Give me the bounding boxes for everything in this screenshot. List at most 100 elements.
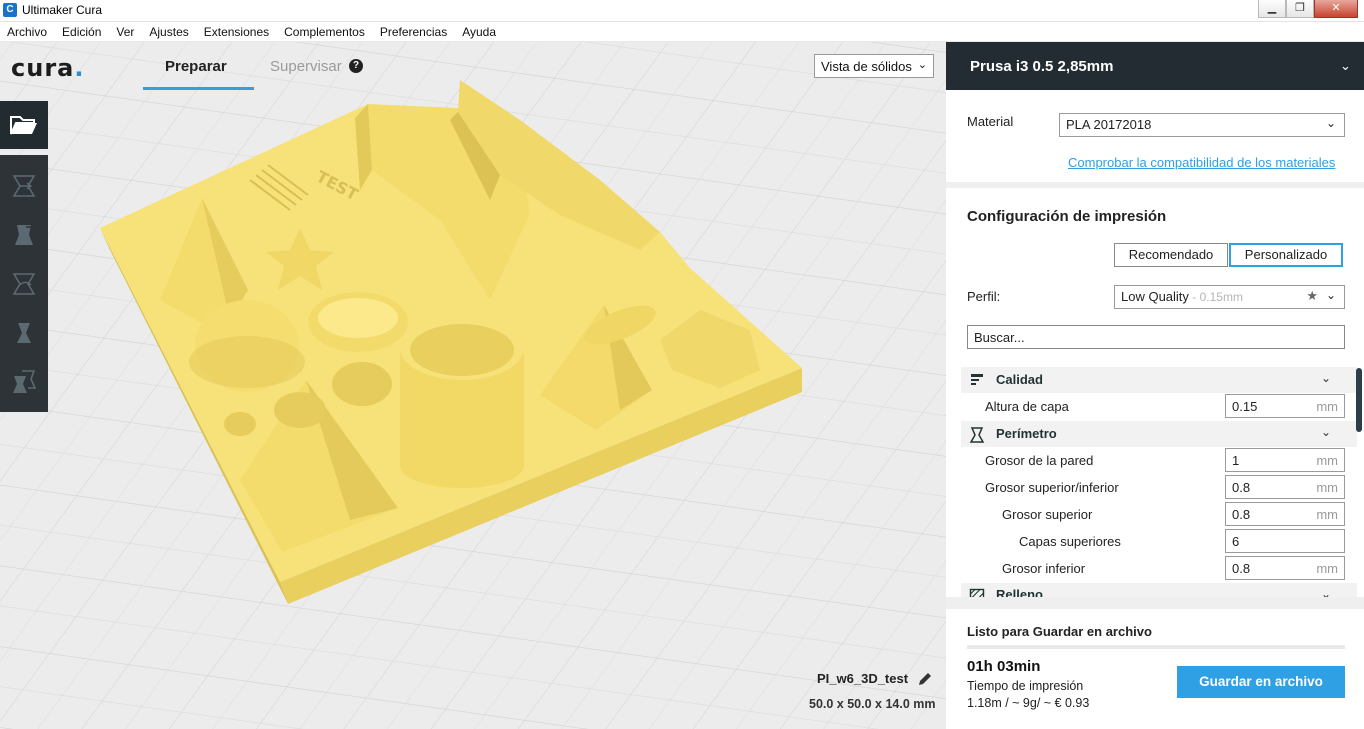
scale-icon xyxy=(15,224,33,245)
move-tool-button[interactable] xyxy=(0,161,48,210)
top-bottom-thickness-input[interactable]: 0.8 mm xyxy=(1225,475,1345,499)
transform-tools xyxy=(0,155,48,412)
menu-edit[interactable]: Edición xyxy=(62,22,108,41)
recommended-mode-button[interactable]: Recomendado xyxy=(1114,243,1228,267)
wall-thickness-label: Grosor de la pared xyxy=(985,453,1094,468)
mirror-tool-button[interactable] xyxy=(0,308,48,357)
print-time: 01h 03min xyxy=(967,658,1041,675)
quality-icon xyxy=(971,374,983,385)
profile-select[interactable]: Low Quality - 0.15mm ★ ⌄ xyxy=(1114,285,1345,309)
chevron-down-icon: ⌄ xyxy=(917,59,927,71)
mirror-icon xyxy=(17,322,31,343)
view-mode-select[interactable]: Vista de sólidos ⌄ xyxy=(814,54,934,78)
top-layers-value: 6 xyxy=(1232,534,1240,549)
star-icon[interactable]: ★ xyxy=(1306,288,1318,304)
ready-status: Listo para Guardar en archivo xyxy=(967,624,1152,639)
settings-scrollbar[interactable] xyxy=(1356,368,1362,432)
tab-prepare[interactable]: Preparar xyxy=(165,58,227,75)
menu-bar: Archivo Edición Ver Ajustes Extensiones … xyxy=(0,22,1364,42)
rotate-icon xyxy=(12,272,36,295)
material-value: PLA 20172018 xyxy=(1066,117,1152,132)
category-shell-label: Perímetro xyxy=(996,426,1057,441)
profile-layer-height: - 0.15mm xyxy=(1188,290,1243,304)
chevron-down-icon[interactable]: ⌄ xyxy=(1340,58,1351,74)
scene-canvas[interactable]: TEST xyxy=(0,42,946,729)
top-thickness-unit: mm xyxy=(1316,507,1338,522)
open-file-button[interactable] xyxy=(0,101,48,149)
logo-dot: . xyxy=(74,54,85,82)
active-tab-indicator xyxy=(143,87,254,90)
pencil-icon[interactable] xyxy=(917,671,933,690)
chevron-down-icon: ⌄ xyxy=(1320,371,1331,385)
cura-app-icon: C xyxy=(3,3,17,17)
settings-search-input[interactable]: Buscar... xyxy=(967,325,1345,349)
category-quality[interactable]: Calidad ⌄ xyxy=(961,367,1357,393)
bottom-thickness-input[interactable]: 0.8 mm xyxy=(1225,556,1345,580)
scale-tool-button[interactable] xyxy=(0,210,48,259)
layer-height-value: 0.15 xyxy=(1232,399,1258,414)
menu-settings[interactable]: Ajustes xyxy=(149,22,195,41)
top-layers-input[interactable]: 6 xyxy=(1225,529,1345,553)
tab-monitor[interactable]: Supervisar xyxy=(270,58,342,75)
cura-logo: cura. xyxy=(11,54,84,82)
layer-height-label: Altura de capa xyxy=(985,399,1069,414)
left-toolbar xyxy=(0,101,48,412)
window-titlebar: C Ultimaker Cura ▁ ❐ ✕ xyxy=(0,0,1364,22)
menu-file[interactable]: Archivo xyxy=(7,22,54,41)
wall-thickness-input[interactable]: 1 mm xyxy=(1225,448,1345,472)
top-bottom-thickness-value: 0.8 xyxy=(1232,480,1251,495)
custom-mode-button[interactable]: Personalizado xyxy=(1229,243,1343,267)
layer-height-unit: mm xyxy=(1316,399,1338,414)
bottom-thickness-unit: mm xyxy=(1316,561,1338,576)
print-material-stats: 1.18m / ~ 9g/ ~ € 0.93 xyxy=(967,696,1090,710)
wall-thickness-unit: mm xyxy=(1316,453,1338,468)
wall-thickness-value: 1 xyxy=(1232,453,1240,468)
close-button[interactable]: ✕ xyxy=(1314,0,1358,18)
model-dimensions: 50.0 x 50.0 x 14.0 mm xyxy=(809,697,936,711)
material-select[interactable]: PLA 20172018 ⌄ xyxy=(1059,113,1345,137)
panel-divider xyxy=(946,182,1364,188)
menu-plugins[interactable]: Complementos xyxy=(284,22,372,41)
top-bottom-thickness-unit: mm xyxy=(1316,480,1338,495)
logo-text: cura xyxy=(11,54,75,82)
top-thickness-value: 0.8 xyxy=(1232,507,1251,522)
chevron-down-icon: ⌄ xyxy=(1325,116,1336,130)
menu-help[interactable]: Ayuda xyxy=(462,22,503,41)
material-compatibility-link[interactable]: Comprobar la compatibilidad de los mater… xyxy=(1068,155,1335,170)
profile-value: Low Quality xyxy=(1121,289,1189,304)
top-bottom-thickness-label: Grosor superior/inferior xyxy=(985,480,1119,495)
build-plate-viewport[interactable]: TEST xyxy=(0,42,946,729)
chevron-down-icon: ⌄ xyxy=(1320,425,1331,439)
menu-view[interactable]: Ver xyxy=(116,22,141,41)
top-thickness-label: Grosor superior xyxy=(1002,507,1093,522)
view-mode-value: Vista de sólidos xyxy=(821,59,912,74)
bottom-thickness-label: Grosor inferior xyxy=(1002,561,1086,576)
window-title: Ultimaker Cura xyxy=(22,3,103,17)
menu-preferences[interactable]: Preferencias xyxy=(380,22,454,41)
category-shell[interactable]: Perímetro ⌄ xyxy=(961,421,1357,447)
rotate-tool-button[interactable] xyxy=(0,259,48,308)
save-to-file-button[interactable]: Guardar en archivo xyxy=(1177,666,1345,698)
help-icon[interactable]: ? xyxy=(349,59,363,73)
material-label: Material xyxy=(967,114,1014,129)
minimize-button[interactable]: ▁ xyxy=(1258,0,1286,18)
shell-icon xyxy=(969,427,985,443)
maximize-button[interactable]: ❐ xyxy=(1286,0,1314,18)
window-controls: ▁ ❐ ✕ xyxy=(1258,0,1358,18)
profile-label: Perfil: xyxy=(967,289,1001,304)
print-settings-title: Configuración de impresión xyxy=(967,208,1167,225)
per-model-settings-button[interactable] xyxy=(0,357,48,406)
top-thickness-input[interactable]: 0.8 mm xyxy=(1225,502,1345,526)
move-icon xyxy=(12,174,36,197)
top-layers-label: Capas superiores xyxy=(1019,534,1121,549)
folder-open-icon xyxy=(10,116,37,135)
panel-divider xyxy=(946,597,1364,609)
model-name: PI_w6_3D_test xyxy=(817,671,909,686)
layer-height-input[interactable]: 0.15 mm xyxy=(1225,394,1345,418)
print-time-label: Tiempo de impresión xyxy=(967,679,1084,693)
category-quality-label: Calidad xyxy=(996,372,1043,387)
printer-name[interactable]: Prusa i3 0.5 2,85mm xyxy=(970,58,1113,75)
menu-extensions[interactable]: Extensiones xyxy=(204,22,276,41)
progress-bar xyxy=(967,645,1345,649)
per-model-settings-icon xyxy=(13,369,37,393)
